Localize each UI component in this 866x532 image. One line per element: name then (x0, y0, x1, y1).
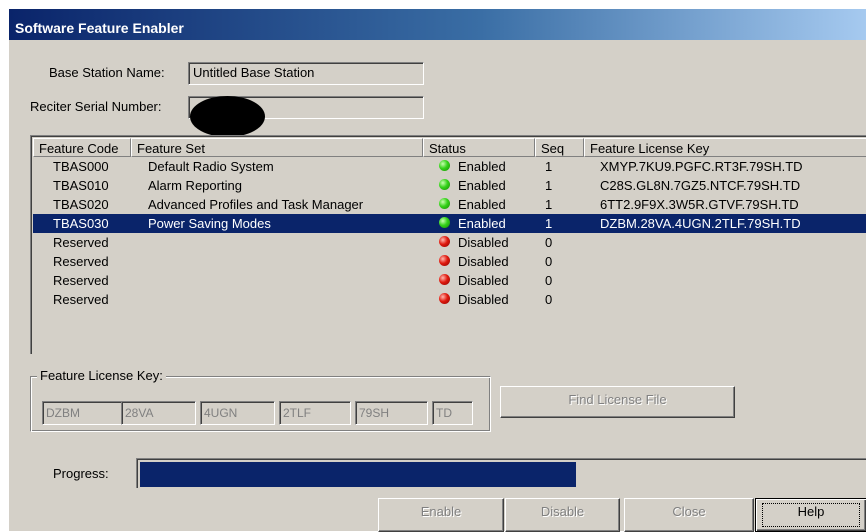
feature-code-cell: Reserved (53, 254, 109, 269)
find-license-file-button[interactable]: Find License File (500, 386, 735, 418)
status-cell: Enabled (458, 178, 506, 193)
status-cell: Enabled (458, 159, 506, 174)
seq-cell: 0 (545, 235, 553, 250)
column-header-feature-set[interactable]: Feature Set (131, 138, 423, 157)
table-row[interactable]: Reserved Disabled 0 (33, 271, 866, 290)
title-bar: Software Feature Enabler (9, 9, 866, 40)
feature-code-cell: TBAS020 (53, 197, 109, 212)
status-enabled-icon (439, 198, 450, 209)
window-title: Software Feature Enabler (15, 20, 184, 36)
seq-cell: 0 (545, 273, 553, 288)
seq-cell: 0 (545, 292, 553, 307)
license-key-part-3[interactable]: 4UGN (200, 401, 275, 425)
column-header-feature-license-key[interactable]: Feature License Key (584, 138, 866, 157)
feature-code-cell: Reserved (53, 273, 109, 288)
status-enabled-icon (439, 217, 450, 228)
feature-code-cell: TBAS030 (53, 216, 109, 231)
feature-set-cell: Alarm Reporting (148, 178, 242, 193)
status-cell: Disabled (458, 254, 509, 269)
table-row[interactable]: TBAS010 Alarm Reporting Enabled 1 C28S.GL8N.… (33, 176, 866, 195)
license-key-part-6[interactable]: TD (432, 401, 473, 425)
status-disabled-icon (439, 236, 450, 247)
column-header-status[interactable]: Status (423, 138, 535, 157)
license-key-part-1[interactable]: DZBM (42, 401, 123, 425)
status-cell: Disabled (458, 273, 509, 288)
feature-license-key-cell: C28S.GL8N.7GZ5.NTCF.79SH.TD (600, 178, 801, 193)
column-header-feature-code[interactable]: Feature Code (33, 138, 131, 157)
status-disabled-icon (439, 274, 450, 285)
feature-enabler-window: Software Feature Enabler Base Station Na… (8, 8, 866, 532)
progress-bar-fill (140, 462, 576, 487)
status-disabled-icon (439, 293, 450, 304)
table-row[interactable]: Reserved Disabled 0 (33, 233, 866, 252)
status-cell: Enabled (458, 216, 506, 231)
enable-button[interactable]: Enable (378, 498, 504, 532)
progress-label: Progress: (53, 466, 109, 481)
feature-set-cell: Advanced Profiles and Task Manager (148, 197, 364, 212)
seq-cell: 0 (545, 254, 553, 269)
table-row[interactable]: TBAS020 Advanced Profiles and Task Manage… (33, 195, 866, 214)
feature-code-cell: Reserved (53, 292, 109, 307)
table-row[interactable]: TBAS030 Power Saving Modes Enabled 1 DZBM.28… (33, 214, 866, 233)
feature-code-cell: Reserved (53, 235, 109, 250)
license-key-part-2[interactable]: 28VA (121, 401, 196, 425)
feature-license-key-cell: DZBM.28VA.4UGN.2TLF.79SH.TD (600, 216, 801, 231)
license-key-part-5[interactable]: 79SH (355, 401, 428, 425)
table-row[interactable]: TBAS000 Default Radio System Enabled 1 XMYP.… (33, 157, 866, 176)
feature-set-cell: Default Radio System (148, 159, 274, 174)
feature-code-cell: TBAS000 (53, 159, 109, 174)
disable-button[interactable]: Disable (505, 498, 620, 532)
help-button-focus-ring (762, 503, 860, 527)
status-enabled-icon (439, 160, 450, 171)
feature-list[interactable]: Feature Code Feature Set Status Seq Feat… (30, 135, 866, 354)
seq-cell: 1 (545, 159, 553, 174)
seq-cell: 1 (545, 178, 553, 193)
feature-code-cell: TBAS010 (53, 178, 109, 193)
column-header-seq[interactable]: Seq (535, 138, 584, 157)
status-disabled-icon (439, 255, 450, 266)
feature-list-header: Feature Code Feature Set Status Seq Feat… (33, 138, 866, 157)
license-key-part-4[interactable]: 2TLF (279, 401, 351, 425)
base-station-name-label: Base Station Name: (49, 65, 165, 80)
status-enabled-icon (439, 179, 450, 190)
close-button[interactable]: Close (624, 498, 754, 532)
seq-cell: 1 (545, 197, 553, 212)
table-row[interactable]: Reserved Disabled 0 (33, 290, 866, 309)
feature-license-key-cell: XMYP.7KU9.PGFC.RT3F.79SH.TD (600, 159, 803, 174)
reciter-serial-number-label: Reciter Serial Number: (30, 99, 162, 114)
progress-bar (136, 458, 866, 488)
feature-license-key-cell: 6TT2.9F9X.3W5R.GTVF.79SH.TD (600, 197, 799, 212)
base-station-name-field: Untitled Base Station (188, 62, 424, 85)
table-row[interactable]: Reserved Disabled 0 (33, 252, 866, 271)
feature-set-cell: Power Saving Modes (148, 216, 271, 231)
help-button[interactable]: Help (755, 498, 866, 532)
redaction-mark (190, 96, 265, 137)
status-cell: Disabled (458, 292, 509, 307)
status-cell: Disabled (458, 235, 509, 250)
feature-license-key-legend: Feature License Key: (37, 368, 166, 383)
status-cell: Enabled (458, 197, 506, 212)
seq-cell: 1 (545, 216, 553, 231)
